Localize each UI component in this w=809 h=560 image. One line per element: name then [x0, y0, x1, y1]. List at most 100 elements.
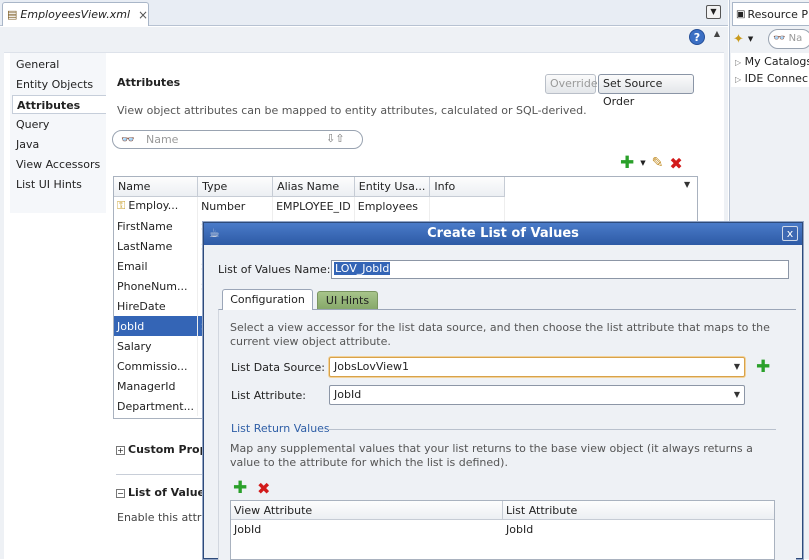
cell-name[interactable]: ManagerId [114, 376, 199, 396]
table-row[interactable]: ⚿ Employ... Number EMPLOYEE_ID Employees [114, 196, 506, 216]
return-row-list-attribute[interactable]: JobId [503, 521, 774, 539]
binoculars-search-icon[interactable]: 👓 [121, 133, 135, 146]
custom-properties-section[interactable]: + Custom Prope [116, 443, 215, 456]
editor-tab-employeesview[interactable]: ▤ EmployeesView.xml × [2, 2, 149, 26]
return-values-heading: List Return Values [231, 422, 330, 435]
cell-type[interactable]: Number [197, 196, 274, 216]
list-data-source-label: List Data Source: [231, 361, 325, 374]
column-header-name[interactable]: Name [114, 177, 199, 197]
cell-name-text: HireDate [117, 299, 166, 313]
column-header-alias[interactable]: Alias Name [272, 177, 355, 197]
add-attribute-icon[interactable]: ✚ [620, 153, 634, 173]
search-placeholder: Name [146, 133, 179, 146]
cell-alias[interactable]: EMPLOYEE_ID [272, 196, 355, 216]
return-values-divider [328, 429, 776, 430]
lov-name-label: List of Values Name: [218, 263, 331, 276]
set-source-order-button[interactable]: Set Source Order [598, 74, 694, 108]
nav-entity-objects[interactable]: Entity Objects [12, 75, 106, 94]
attributes-heading: Attributes [117, 76, 181, 89]
delete-icon[interactable]: ✖ [669, 154, 682, 173]
override-button[interactable]: Override [545, 74, 598, 94]
list-attribute-select[interactable]: JobId ▼ [329, 385, 745, 405]
tree-expand-icon[interactable]: ▷ [735, 58, 741, 67]
chevron-down-icon[interactable]: ▼ [734, 362, 740, 371]
tree-item-label: IDE Connec [744, 72, 808, 85]
collapse-icon[interactable]: − [116, 488, 125, 498]
delete-return-value-icon[interactable]: ✖ [257, 479, 270, 498]
cell-name[interactable]: JobId [114, 316, 199, 336]
resource-search-field[interactable]: 👓 Na [768, 29, 809, 49]
cell-name-text: Salary [117, 339, 152, 353]
lov-name-input[interactable]: LOV_JobId [331, 260, 789, 279]
column-header-view-attribute[interactable]: View Attribute [231, 501, 503, 520]
column-header-entity-usage[interactable]: Entity Usa... [354, 177, 431, 197]
add-dropdown-icon[interactable]: ▼ [640, 159, 645, 167]
tab-ui-hints[interactable]: UI Hints [317, 291, 378, 309]
return-values-description: Map any supplemental values that your li… [230, 442, 753, 469]
cell-name[interactable]: ⚿ Employ... [114, 196, 199, 216]
column-header-list-attribute[interactable]: List Attribute [503, 501, 774, 520]
column-header-type[interactable]: Type [197, 177, 274, 197]
tab-configuration[interactable]: Configuration [222, 289, 313, 310]
configuration-description: Select a view accessor for the list data… [230, 321, 770, 348]
list-data-source-value: JobsLovView1 [334, 360, 409, 373]
primary-key-icon: ⚿ [117, 199, 126, 213]
cell-name-text: Employ... [128, 199, 179, 213]
expand-icon[interactable]: + [116, 445, 125, 455]
cell-name[interactable]: Commissio... [114, 356, 199, 376]
chevron-down-icon[interactable]: ▼ [734, 390, 740, 399]
nav-query[interactable]: Query [12, 115, 106, 134]
editor-tab-label: EmployeesView.xml [20, 8, 131, 21]
cell-name[interactable]: HireDate [114, 296, 199, 316]
nav-view-accessors[interactable]: View Accessors [12, 155, 106, 174]
close-tab-icon[interactable]: × [138, 8, 148, 22]
cell-name[interactable]: FirstName [114, 216, 199, 236]
nav-java[interactable]: Java [12, 135, 106, 154]
tree-item-my-catalogs[interactable]: ▷ My Catalogs [735, 55, 809, 68]
resource-palette-tab[interactable]: ▣ Resource P [732, 2, 809, 26]
list-of-values-section[interactable]: − List of Values [116, 486, 212, 499]
nav-general[interactable]: General [12, 55, 106, 74]
return-values-table: View Attribute List Attribute JobId JobI… [230, 500, 775, 560]
edit-pencil-icon[interactable]: ✎ [652, 155, 664, 171]
cell-name[interactable]: Email [114, 256, 199, 276]
palette-icon: ▣ [736, 8, 746, 20]
resource-palette-tab-label: Resource P [747, 7, 809, 21]
tree-item-ide-connections[interactable]: ▷ IDE Connec [735, 72, 808, 85]
column-menu-icon[interactable]: ▼ [684, 180, 690, 189]
tree-expand-icon[interactable]: ▷ [735, 75, 741, 84]
column-header-info[interactable]: Info [429, 177, 506, 197]
help-icon[interactable]: ? [689, 29, 705, 45]
cell-name-text: LastName [117, 239, 173, 253]
resource-search-placeholder: Na [788, 33, 803, 44]
add-return-value-icon[interactable]: ✚ [233, 478, 247, 498]
xml-file-icon: ▤ [7, 8, 18, 21]
cell-name-text: JobId [117, 319, 145, 333]
new-folder-icon[interactable]: ✦ [733, 32, 744, 47]
lov-name-value: LOV_JobId [334, 262, 391, 275]
table-header-row: Name Type Alias Name Entity Usa... Info [114, 177, 506, 197]
cell-name[interactable]: Salary [114, 336, 199, 356]
return-row-view-attribute[interactable]: JobId [231, 521, 503, 539]
dialog-title-bar[interactable]: Create List of Values [204, 223, 802, 245]
cell-entity-usage[interactable]: Employees [354, 196, 431, 216]
tree-item-label: My Catalogs [744, 55, 809, 68]
attribute-search-field[interactable]: 👓 Name ⇩⇧ [112, 130, 363, 149]
nav-list-ui-hints[interactable]: List UI Hints [12, 175, 106, 194]
custom-properties-label: Custom Prope [128, 443, 215, 456]
dialog-close-button[interactable]: x [782, 226, 798, 241]
cell-info[interactable] [429, 196, 506, 216]
cell-name[interactable]: Department... [114, 396, 199, 416]
new-dropdown-icon[interactable]: ▼ [748, 35, 753, 43]
enable-lov-text: Enable this attrib [117, 511, 212, 524]
tab-list-dropdown-icon[interactable]: ▼ [706, 5, 721, 19]
scroll-up-icon[interactable]: ▲ [710, 29, 724, 45]
create-lov-dialog: Create List of Values ☕ x List of Values… [203, 222, 803, 560]
cell-name[interactable]: PhoneNum... [114, 276, 199, 296]
search-navigation-icon[interactable]: ⇩⇧ [326, 132, 344, 145]
list-data-source-select[interactable]: JobsLovView1 ▼ [329, 357, 745, 377]
add-data-source-icon[interactable]: ✚ [756, 357, 770, 377]
oracle-cup-icon: ☕ [209, 226, 220, 240]
nav-attributes[interactable]: Attributes [12, 95, 106, 114]
cell-name[interactable]: LastName [114, 236, 199, 256]
